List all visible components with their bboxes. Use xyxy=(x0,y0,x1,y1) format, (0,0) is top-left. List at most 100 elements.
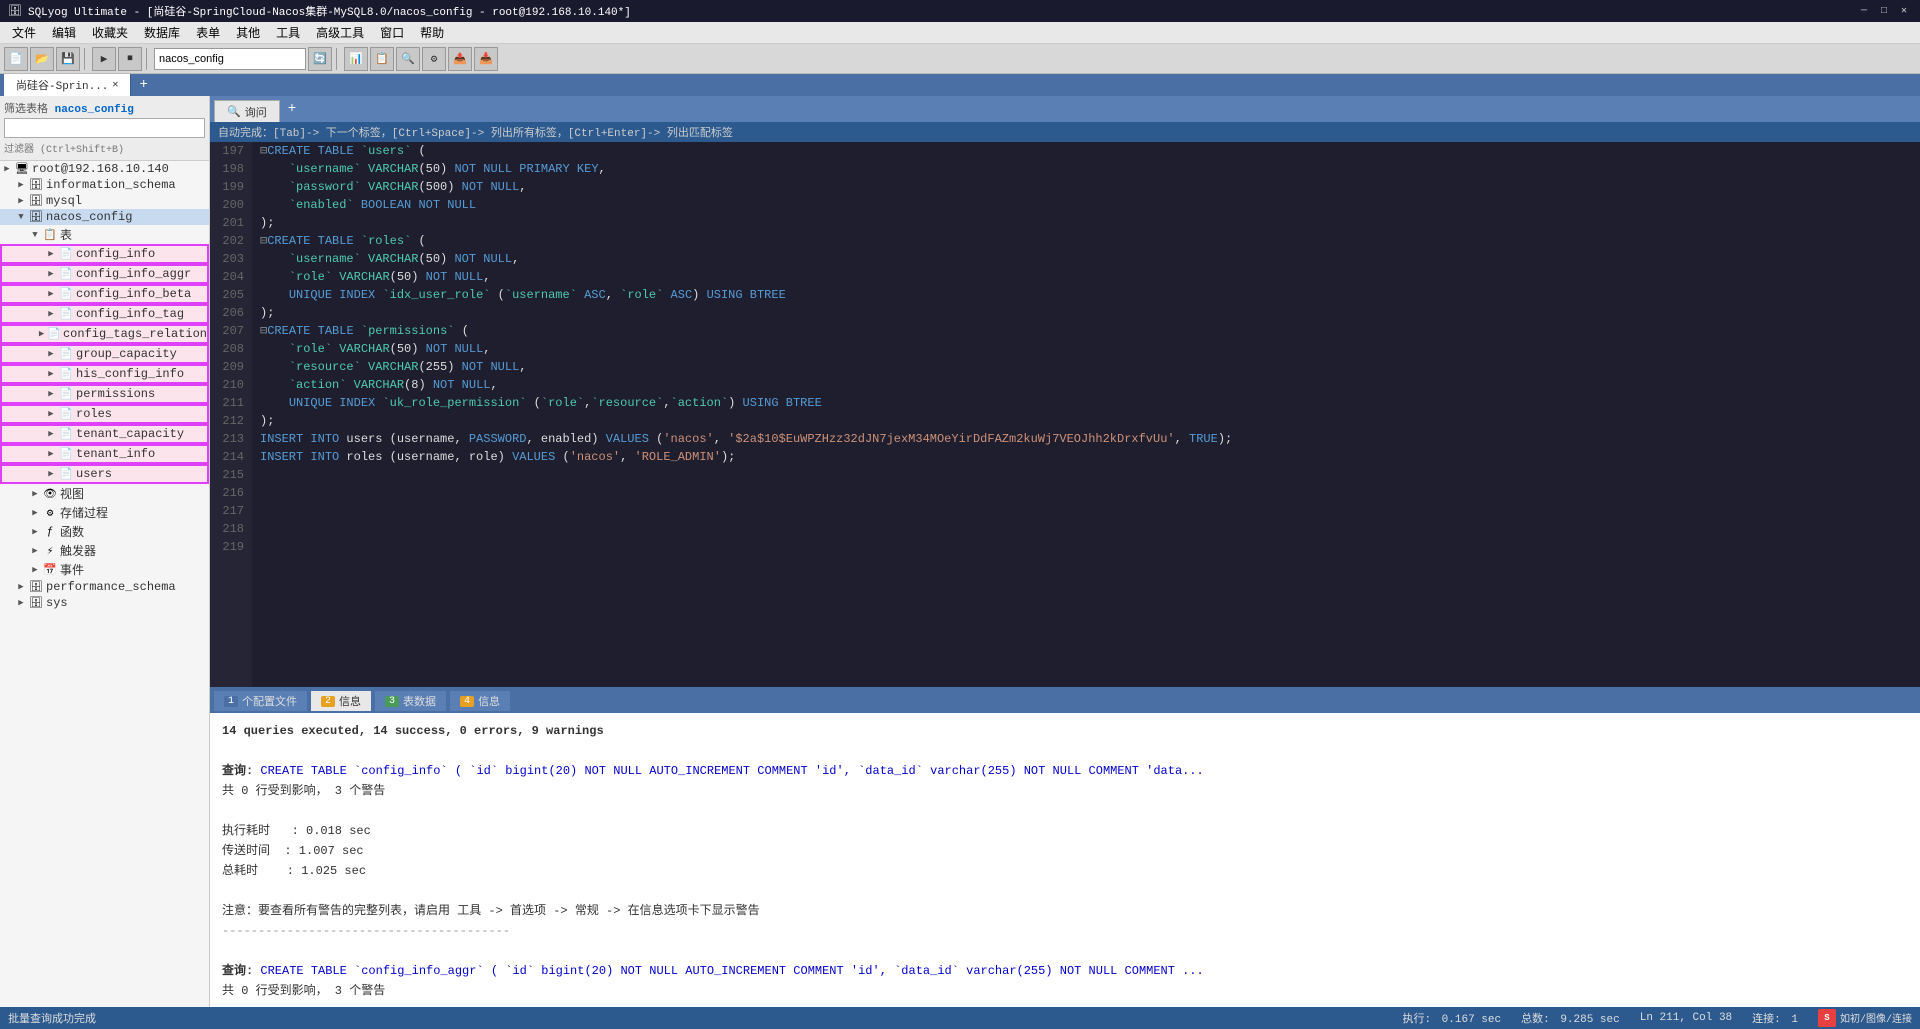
session-tab[interactable]: 尚硅谷-Sprin... ✕ xyxy=(4,74,131,96)
result-tab-4_信息[interactable]: 4 信息 xyxy=(450,691,510,711)
tree-node-config_info_aggr[interactable]: ▶ 📄 config_info_aggr xyxy=(0,264,209,284)
tree-expander[interactable]: ▶ xyxy=(44,309,58,319)
code-line-213: UNIQUE INDEX `uk_role_permission` (`role… xyxy=(260,394,1912,412)
tree-expander[interactable]: ▶ xyxy=(44,289,58,299)
tree-expander[interactable]: ▶ xyxy=(44,429,58,439)
tree-node-tenant_info[interactable]: ▶ 📄 tenant_info xyxy=(0,444,209,464)
new-button[interactable]: 📄 xyxy=(4,47,28,71)
database-selector[interactable]: nacos_config xyxy=(154,48,306,70)
menu-item-数据库[interactable]: 数据库 xyxy=(136,22,188,43)
new-session-button[interactable]: + xyxy=(131,77,155,93)
tb-btn-3[interactable]: 🔍 xyxy=(396,47,420,71)
run-button[interactable]: ▶ xyxy=(92,47,116,71)
sql-editor[interactable]: 1971981992002012022032042052062072082092… xyxy=(210,142,1920,687)
new-query-tab-button[interactable]: + xyxy=(280,101,304,117)
tree-node-事件[interactable]: ▶ 📅 事件 xyxy=(0,560,209,579)
tab-num: 3 xyxy=(385,696,399,707)
result-sep: ---------------------------------------- xyxy=(222,921,1908,941)
filter-hint: 过滤器 (Ctrl+Shift+B) xyxy=(4,140,205,156)
tree-node-his_config_info[interactable]: ▶ 📄 his_config_info xyxy=(0,364,209,384)
menu-item-帮助[interactable]: 帮助 xyxy=(412,22,452,43)
code-line-214: ); xyxy=(260,412,1912,430)
tree-node-视图[interactable]: ▶ 👁 视图 xyxy=(0,484,209,503)
menu-item-高级工具[interactable]: 高级工具 xyxy=(308,22,372,43)
line-num-203: 203 xyxy=(218,250,244,268)
tree-node-config_tags_relation[interactable]: ▶ 📄 config_tags_relation xyxy=(0,324,209,344)
tb-btn-4[interactable]: ⚙ xyxy=(422,47,446,71)
tree-node-表[interactable]: ▼ 📋 表 xyxy=(0,225,209,244)
menu-item-文件[interactable]: 文件 xyxy=(4,22,44,43)
tree-icon: 📄 xyxy=(58,427,74,441)
tree-node-information_schema[interactable]: ▶ 🗄 information_schema xyxy=(0,177,209,193)
tree-node-config_info_tag[interactable]: ▶ 📄 config_info_tag xyxy=(0,304,209,324)
refresh-button[interactable]: 🔄 xyxy=(308,47,332,71)
save-button[interactable]: 💾 xyxy=(56,47,80,71)
menu-item-工具[interactable]: 工具 xyxy=(268,22,308,43)
tree-expander[interactable]: ▶ xyxy=(0,164,14,174)
tree-expander[interactable]: ▶ xyxy=(44,389,58,399)
tree-node-root@192.168.10.140[interactable]: ▶ 🖥 root@192.168.10.140 xyxy=(0,161,209,177)
tree-expander[interactable]: ▶ xyxy=(44,369,58,379)
tree-expander[interactable]: ▶ xyxy=(28,546,42,556)
tree-node-函数[interactable]: ▶ ƒ 函数 xyxy=(0,522,209,541)
open-button[interactable]: 📂 xyxy=(30,47,54,71)
close-button[interactable]: ✕ xyxy=(1896,3,1912,19)
maximize-button[interactable]: □ xyxy=(1876,3,1892,19)
tree-node-group_capacity[interactable]: ▶ 📄 group_capacity xyxy=(0,344,209,364)
tree-node-roles[interactable]: ▶ 📄 roles xyxy=(0,404,209,424)
result-tab-2_信息[interactable]: 2 信息 xyxy=(311,691,371,711)
tree-node-performance_schema[interactable]: ▶ 🗄 performance_schema xyxy=(0,579,209,595)
toolbar: 📄 📂 💾 ▶ ⏹ nacos_config 🔄 📊 📋 🔍 ⚙ 📤 📥 xyxy=(0,44,1920,74)
tree-node-存储过程[interactable]: ▶ ⚙ 存储过程 xyxy=(0,503,209,522)
tree-expander[interactable]: ▶ xyxy=(44,349,58,359)
tree-node-触发器[interactable]: ▶ ⚡ 触发器 xyxy=(0,541,209,560)
tree-icon: 📄 xyxy=(47,327,61,341)
line-num-216: 216 xyxy=(218,484,244,502)
tree-expander[interactable]: ▶ xyxy=(44,269,58,279)
tree-expander[interactable]: ▶ xyxy=(14,598,28,608)
tree-node-config_info[interactable]: ▶ 📄 config_info xyxy=(0,244,209,264)
tree-expander[interactable]: ▶ xyxy=(36,329,47,339)
tb-btn-1[interactable]: 📊 xyxy=(344,47,368,71)
tree-node-permissions[interactable]: ▶ 📄 permissions xyxy=(0,384,209,404)
menu-item-其他[interactable]: 其他 xyxy=(228,22,268,43)
stop-button[interactable]: ⏹ xyxy=(118,47,142,71)
tree-node-sys[interactable]: ▶ 🗄 sys xyxy=(0,595,209,611)
tree-expander[interactable]: ▶ xyxy=(28,508,42,518)
tree-expander[interactable]: ▼ xyxy=(28,230,42,240)
filter-input[interactable] xyxy=(4,118,205,138)
tree-node-nacos_config[interactable]: ▼ 🗄 nacos_config xyxy=(0,209,209,225)
tree-expander[interactable]: ▶ xyxy=(14,196,28,206)
minimize-button[interactable]: ─ xyxy=(1856,3,1872,19)
tree-expander[interactable]: ▼ xyxy=(14,212,28,222)
tb-btn-6[interactable]: 📥 xyxy=(474,47,498,71)
tree-expander[interactable]: ▶ xyxy=(14,582,28,592)
tree-expander[interactable]: ▶ xyxy=(14,180,28,190)
menu-item-收藏夹[interactable]: 收藏夹 xyxy=(84,22,136,43)
menu-item-窗口[interactable]: 窗口 xyxy=(372,22,412,43)
tree-expander[interactable]: ▶ xyxy=(28,527,42,537)
line-num-209: 209 xyxy=(218,358,244,376)
window-controls[interactable]: ─ □ ✕ xyxy=(1856,3,1912,19)
tree-node-mysql[interactable]: ▶ 🗄 mysql xyxy=(0,193,209,209)
tree-expander[interactable]: ▶ xyxy=(28,489,42,499)
tree-expander[interactable]: ▶ xyxy=(44,249,58,259)
tb-btn-5[interactable]: 📤 xyxy=(448,47,472,71)
line-num-207: 207 xyxy=(218,322,244,340)
session-tab-close[interactable]: ✕ xyxy=(112,79,118,91)
tree-expander[interactable]: ▶ xyxy=(44,409,58,419)
tree-expander[interactable]: ▶ xyxy=(44,469,58,479)
menu-item-表单[interactable]: 表单 xyxy=(188,22,228,43)
query-tab[interactable]: 🔍 询问 xyxy=(214,100,280,122)
result-tab-1_个配置文件[interactable]: 1 个配置文件 xyxy=(214,691,307,711)
tree-node-config_info_beta[interactable]: ▶ 📄 config_info_beta xyxy=(0,284,209,304)
tree-node-users[interactable]: ▶ 📄 users xyxy=(0,464,209,484)
menu-item-编辑[interactable]: 编辑 xyxy=(44,22,84,43)
tree-node-tenant_capacity[interactable]: ▶ 📄 tenant_capacity xyxy=(0,424,209,444)
result-tab-3_表数据[interactable]: 3 表数据 xyxy=(375,691,446,711)
tree-expander[interactable]: ▶ xyxy=(44,449,58,459)
tree-expander[interactable]: ▶ xyxy=(28,565,42,575)
line-num-205: 205 xyxy=(218,286,244,304)
code-content[interactable]: ⊟CREATE TABLE `users` ( `username` VARCH… xyxy=(252,142,1920,687)
tb-btn-2[interactable]: 📋 xyxy=(370,47,394,71)
